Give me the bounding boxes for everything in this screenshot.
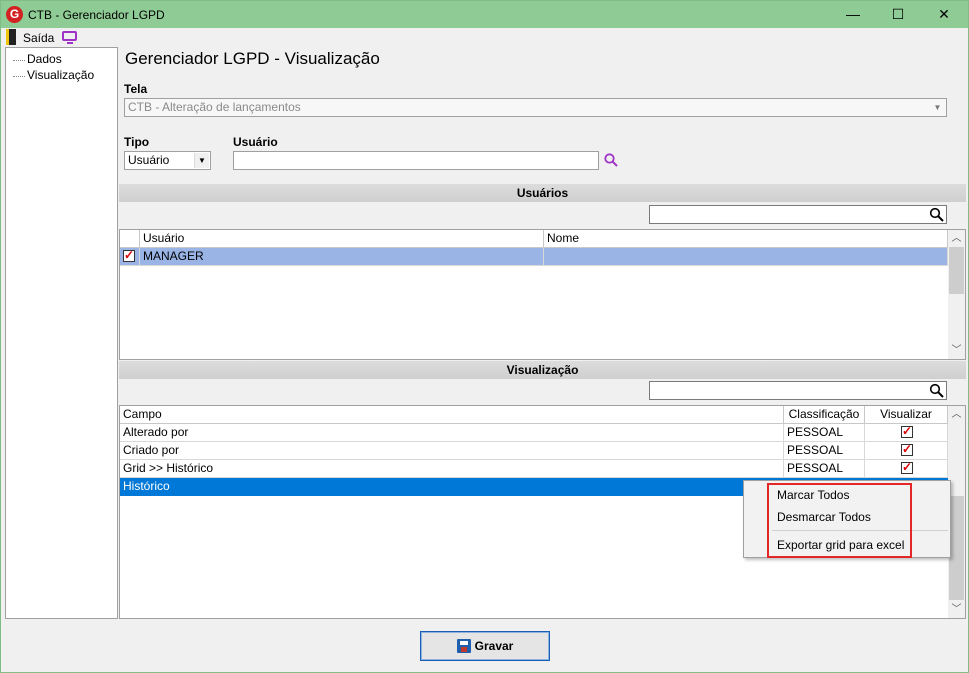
context-menu: Marcar Todos Desmarcar Todos Exportar gr… bbox=[743, 480, 951, 558]
title-bar: G CTB - Gerenciador LGPD — ☐ ✕ bbox=[1, 1, 968, 28]
tipo-label: Tipo bbox=[124, 135, 150, 149]
view-section-header: Visualização bbox=[119, 361, 966, 379]
monitor-icon[interactable] bbox=[62, 31, 77, 44]
close-button[interactable]: ✕ bbox=[921, 1, 967, 28]
classificacao-cell: PESSOAL bbox=[784, 424, 865, 442]
menu-item-marcar-todos[interactable]: Marcar Todos bbox=[777, 488, 849, 502]
view-grid-header-visualizar[interactable]: Visualizar bbox=[865, 406, 948, 424]
menu-item-exportar-excel[interactable]: Exportar grid para excel bbox=[777, 538, 904, 552]
users-grid-scrollbar[interactable]: ︿ ﹀ bbox=[948, 230, 965, 359]
scroll-thumb[interactable] bbox=[949, 247, 964, 294]
usuario-cell: MANAGER bbox=[140, 248, 544, 266]
save-button-label: Gravar bbox=[474, 639, 514, 653]
table-row[interactable]: MANAGER bbox=[120, 248, 948, 266]
classificacao-cell: PESSOAL bbox=[784, 442, 865, 460]
campo-cell: Criado por bbox=[120, 442, 784, 460]
users-grid-header-nome[interactable]: Nome bbox=[544, 230, 948, 248]
users-grid-header-usuario[interactable]: Usuário bbox=[140, 230, 544, 248]
users-section-header: Usuários bbox=[119, 184, 966, 202]
scroll-down-icon[interactable]: ﹀ bbox=[948, 342, 965, 359]
tree-item-dados[interactable]: Dados bbox=[11, 52, 62, 68]
visualizar-checkbox[interactable] bbox=[901, 424, 913, 438]
tipo-select[interactable]: Usuário ▼ bbox=[124, 151, 211, 170]
table-row[interactable]: Criado por PESSOAL bbox=[120, 442, 948, 460]
view-grid-header-classificacao[interactable]: Classificação bbox=[784, 406, 865, 424]
usuario-label: Usuário bbox=[233, 135, 278, 149]
navigation-tree: Dados Visualização bbox=[5, 47, 118, 619]
search-icon[interactable] bbox=[929, 207, 944, 222]
scroll-down-icon[interactable]: ﹀ bbox=[948, 601, 965, 618]
tela-select-value: CTB - Alteração de lançamentos bbox=[128, 100, 301, 114]
tree-item-visualizacao[interactable]: Visualização bbox=[11, 68, 94, 84]
visualizar-checkbox[interactable] bbox=[901, 460, 913, 474]
menu-item-desmarcar-todos[interactable]: Desmarcar Todos bbox=[777, 510, 871, 524]
app-logo-icon: G bbox=[6, 6, 23, 23]
visualizar-checkbox[interactable] bbox=[901, 442, 913, 456]
view-grid-header-campo[interactable]: Campo bbox=[120, 406, 784, 424]
search-icon[interactable] bbox=[929, 383, 944, 398]
minimize-button[interactable]: — bbox=[830, 1, 876, 28]
users-filter-input[interactable] bbox=[649, 205, 947, 224]
classificacao-cell: PESSOAL bbox=[784, 460, 865, 478]
menu-separator bbox=[772, 530, 948, 531]
nome-cell bbox=[544, 248, 948, 266]
exit-menu-item[interactable]: Saída bbox=[23, 31, 54, 45]
scroll-up-icon[interactable]: ︿ bbox=[948, 406, 965, 423]
chevron-down-icon[interactable]: ▼ bbox=[194, 153, 209, 168]
row-checkbox[interactable] bbox=[123, 248, 135, 262]
scroll-up-icon[interactable]: ︿ bbox=[948, 230, 965, 247]
window-title: CTB - Gerenciador LGPD bbox=[28, 8, 165, 22]
floppy-disk-icon bbox=[456, 638, 471, 653]
save-button[interactable]: Gravar bbox=[420, 631, 550, 661]
usuario-input[interactable] bbox=[233, 151, 599, 170]
tela-select[interactable]: CTB - Alteração de lançamentos ▼ bbox=[124, 98, 947, 117]
menu-bar: Saída bbox=[1, 28, 968, 47]
exit-door-icon[interactable] bbox=[6, 29, 16, 45]
view-filter-input[interactable] bbox=[649, 381, 947, 400]
maximize-button[interactable]: ☐ bbox=[875, 1, 921, 28]
visualizar-cell[interactable] bbox=[865, 442, 948, 460]
visualizar-cell[interactable] bbox=[865, 460, 948, 478]
table-row[interactable]: Grid >> Histórico PESSOAL bbox=[120, 460, 948, 478]
campo-cell: Alterado por bbox=[120, 424, 784, 442]
page-title: Gerenciador LGPD - Visualização bbox=[125, 49, 380, 68]
table-row[interactable]: Alterado por PESSOAL bbox=[120, 424, 948, 442]
search-icon[interactable] bbox=[604, 153, 618, 167]
users-grid: Usuário Nome MANAGER ︿ ﹀ bbox=[119, 229, 966, 360]
app-window: G CTB - Gerenciador LGPD — ☐ ✕ Saída Dad… bbox=[0, 0, 969, 673]
scroll-thumb[interactable] bbox=[949, 496, 964, 600]
visualizar-cell[interactable] bbox=[865, 424, 948, 442]
campo-cell: Grid >> Histórico bbox=[120, 460, 784, 478]
users-grid-check-header bbox=[120, 230, 140, 248]
row-check-cell[interactable] bbox=[120, 248, 140, 266]
tipo-select-value: Usuário bbox=[128, 153, 170, 167]
chevron-down-icon[interactable]: ▼ bbox=[930, 100, 945, 115]
tela-label: Tela bbox=[124, 82, 148, 96]
